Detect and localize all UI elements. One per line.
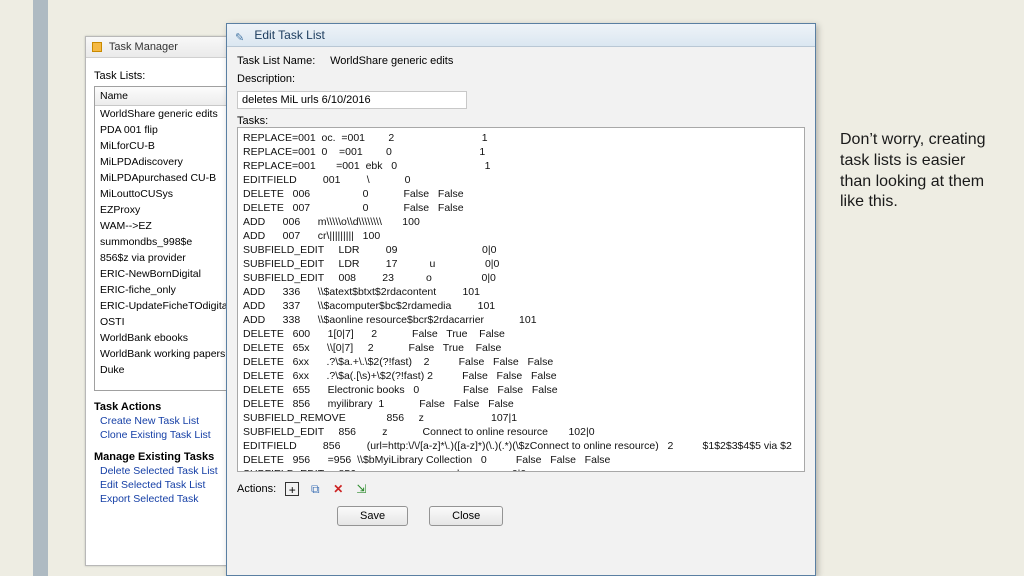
delete-task-icon[interactable]: ✕	[331, 482, 345, 496]
dialog-title-text: Edit Task List	[254, 28, 324, 42]
task-list-name-label: Task List Name:	[237, 55, 327, 67]
edit-icon	[235, 30, 247, 42]
task-manager-title: Task Manager	[109, 41, 178, 53]
dialog-titlebar: Edit Task List	[227, 24, 815, 47]
duplicate-task-icon[interactable]: ⧉	[308, 482, 322, 496]
slide-accent-bar	[33, 0, 48, 576]
save-button[interactable]: Save	[337, 506, 408, 526]
tasks-listbox[interactable]: REPLACE=001 oc. =001 2 1 REPLACE=001 0 =…	[237, 127, 805, 472]
description-field[interactable]: deletes MiL urls 6/10/2016	[237, 91, 467, 109]
export-task-icon[interactable]: ⇲	[354, 482, 368, 496]
task-list-name-value: WorldShare generic edits	[330, 55, 453, 67]
edit-task-list-dialog: Edit Task List Task List Name: WorldShar…	[226, 23, 816, 576]
slide-annotation: Don’t worry, creating task lists is easi…	[840, 130, 1000, 213]
add-task-icon[interactable]: +	[285, 482, 299, 496]
actions-row: Actions: + ⧉ ✕ ⇲	[237, 482, 805, 496]
app-icon	[92, 42, 102, 52]
actions-label: Actions:	[237, 483, 276, 495]
close-button[interactable]: Close	[429, 506, 503, 526]
tasks-label: Tasks:	[237, 115, 805, 127]
description-label: Description:	[237, 73, 327, 85]
